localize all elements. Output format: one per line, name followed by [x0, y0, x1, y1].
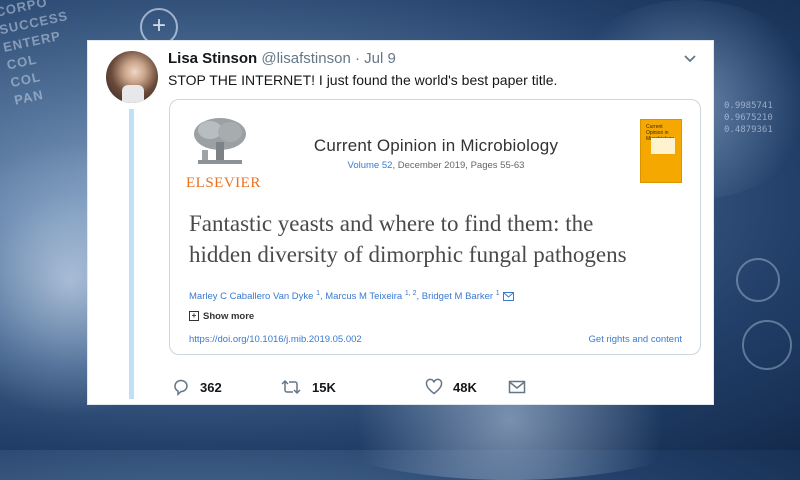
show-more-label: Show more	[203, 311, 255, 322]
author-link[interactable]: Marcus M Teixeira	[325, 291, 402, 302]
journal-cover-image[interactable]: Current Opinion in Microbiology	[640, 119, 682, 183]
reply-icon	[174, 379, 188, 396]
elsevier-wordmark: ELSEVIER	[186, 175, 261, 191]
chevron-down-icon[interactable]	[681, 51, 699, 67]
avatar[interactable]	[106, 51, 158, 103]
affiliation-marker[interactable]: 1, 2	[405, 290, 417, 297]
like-button[interactable]: 48K	[425, 377, 477, 397]
paper-title: Fantastic yeasts and where to find them:…	[189, 208, 689, 270]
tweet-card: Lisa Stinson @lisafstinson · Jul 9 STOP …	[87, 40, 714, 405]
heart-icon	[425, 378, 443, 395]
retweet-icon	[281, 379, 301, 395]
paper-title-line: Fantastic yeasts and where to find them:…	[189, 211, 594, 236]
reply-count: 362	[200, 379, 222, 395]
author-handle[interactable]: @lisafstinson	[261, 50, 350, 67]
author-link[interactable]: Marley C Caballero Van Dyke	[189, 291, 313, 302]
author-list: Marley C Caballero Van Dyke 1, Marcus M …	[189, 290, 514, 302]
retweet-button[interactable]: 15K	[280, 377, 336, 397]
doi-link[interactable]: https://doi.org/10.1016/j.mib.2019.05.00…	[189, 334, 362, 345]
article-card[interactable]: ELSEVIER Current Opinion in Microbiology…	[169, 99, 701, 355]
background-circle-decoration	[742, 320, 792, 370]
plus-icon: +	[189, 311, 199, 322]
background-circle-decoration	[736, 258, 780, 302]
retweet-count: 15K	[312, 379, 336, 395]
journal-meta: Volume 52, December 2019, Pages 55-63	[170, 160, 700, 171]
rights-link[interactable]: Get rights and content	[589, 334, 682, 345]
tweet-date[interactable]: Jul 9	[364, 50, 396, 67]
issue-details: , December 2019, Pages 55-63	[392, 160, 525, 171]
tweet-header: Lisa Stinson @lisafstinson · Jul 9	[168, 50, 396, 67]
journal-title[interactable]: Current Opinion in Microbiology	[170, 136, 700, 156]
direct-message-button[interactable]	[508, 377, 536, 397]
envelope-icon	[508, 380, 526, 394]
author-link[interactable]: Bridget M Barker	[422, 291, 493, 302]
email-icon[interactable]	[502, 292, 514, 302]
author-name[interactable]: Lisa Stinson	[168, 50, 257, 67]
tweet-text: STOP THE INTERNET! I just found the worl…	[168, 72, 558, 88]
header-separator: ·	[354, 50, 360, 67]
avatar-shirt	[122, 85, 144, 103]
background-hex-values: 0.9985741 0.9675210 0.4879361	[724, 101, 773, 135]
paper-title-line: hidden diversity of dimorphic fungal pat…	[189, 242, 627, 267]
show-more-button[interactable]: + Show more	[189, 311, 254, 322]
reply-button[interactable]: 362	[172, 377, 222, 397]
cover-graphic	[651, 138, 675, 154]
like-count: 48K	[453, 379, 477, 395]
affiliation-marker[interactable]: 1	[496, 290, 500, 297]
thread-line	[129, 109, 134, 399]
volume-link[interactable]: Volume 52	[348, 160, 393, 171]
